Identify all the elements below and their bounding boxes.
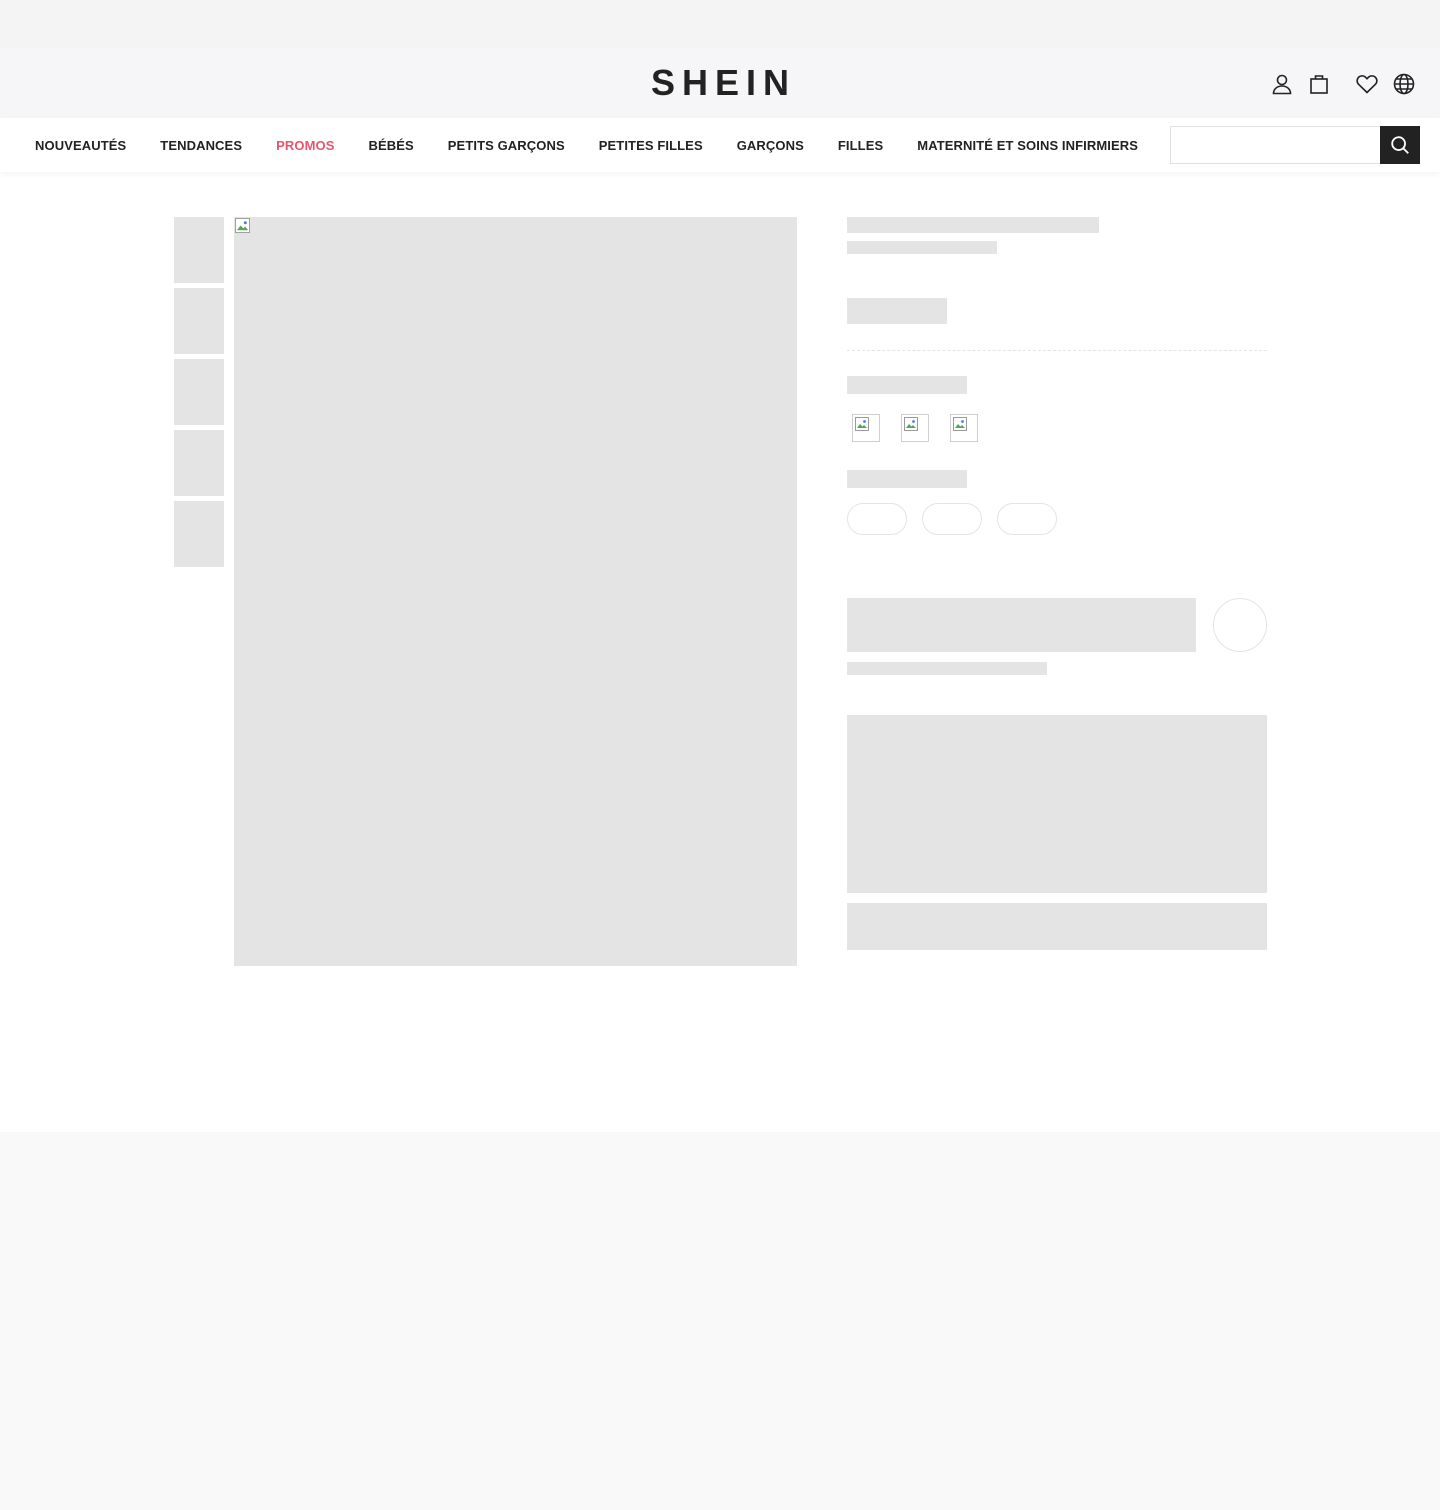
- heart-icon[interactable]: [1355, 72, 1379, 96]
- product-details-placeholder: [847, 715, 1267, 893]
- shein-logo[interactable]: SHEIN: [0, 64, 1440, 102]
- nav-item-filles[interactable]: FILLES: [838, 138, 883, 153]
- top-banner-strip: [0, 0, 1440, 48]
- gallery-thumbnail[interactable]: [174, 430, 224, 496]
- product-title-placeholder: [847, 217, 1099, 233]
- broken-image-icon: [235, 218, 250, 233]
- site-header: SHEIN: [0, 48, 1440, 118]
- size-option[interactable]: [997, 503, 1057, 535]
- bag-icon[interactable]: [1307, 72, 1331, 96]
- wishlist-button[interactable]: [1213, 598, 1267, 652]
- nav-item-maternite[interactable]: MATERNITÉ ET SOINS INFIRMIERS: [917, 138, 1138, 153]
- color-swatch[interactable]: [852, 414, 880, 442]
- page-footer: [0, 1132, 1440, 1510]
- gallery-thumbnail[interactable]: [174, 501, 224, 567]
- color-swatch[interactable]: [950, 414, 978, 442]
- globe-icon[interactable]: [1392, 72, 1416, 96]
- color-swatch[interactable]: [901, 414, 929, 442]
- color-label-placeholder: [847, 376, 967, 394]
- header-icon-group: [1270, 72, 1416, 96]
- nav-item-bebes[interactable]: BÉBÉS: [368, 138, 413, 153]
- category-nav: NOUVEAUTÉS TENDANCES PROMOS BÉBÉS PETITS…: [0, 118, 1440, 172]
- size-option[interactable]: [847, 503, 907, 535]
- user-icon[interactable]: [1270, 72, 1294, 96]
- add-to-cart-button-placeholder[interactable]: [847, 598, 1196, 652]
- gallery-thumbnail[interactable]: [174, 359, 224, 425]
- nav-item-nouveautes[interactable]: NOUVEAUTÉS: [35, 138, 126, 153]
- category-nav-list: NOUVEAUTÉS TENDANCES PROMOS BÉBÉS PETITS…: [35, 118, 1172, 172]
- nav-item-petits-garcons[interactable]: PETITS GARÇONS: [448, 138, 565, 153]
- nav-item-promos[interactable]: PROMOS: [276, 138, 334, 153]
- search-icon: [1391, 136, 1409, 154]
- product-main-image[interactable]: [234, 217, 797, 966]
- nav-item-garcons[interactable]: GARÇONS: [737, 138, 804, 153]
- gallery-thumbnail[interactable]: [174, 217, 224, 283]
- section-divider: [847, 350, 1267, 351]
- broken-image-icon: [855, 417, 869, 431]
- broken-image-icon: [904, 417, 918, 431]
- search-button[interactable]: [1380, 126, 1420, 164]
- shipping-info-placeholder: [847, 662, 1047, 675]
- nav-item-petites-filles[interactable]: PETITES FILLES: [599, 138, 703, 153]
- price-placeholder: [847, 298, 947, 324]
- broken-image-icon: [953, 417, 967, 431]
- size-label-placeholder: [847, 470, 967, 488]
- size-option[interactable]: [922, 503, 982, 535]
- product-subtitle-placeholder: [847, 241, 997, 254]
- search-bar: [1170, 126, 1420, 164]
- product-description-placeholder: [847, 903, 1267, 950]
- gallery-thumbnail[interactable]: [174, 288, 224, 354]
- nav-item-tendances[interactable]: TENDANCES: [160, 138, 242, 153]
- search-input[interactable]: [1170, 126, 1380, 164]
